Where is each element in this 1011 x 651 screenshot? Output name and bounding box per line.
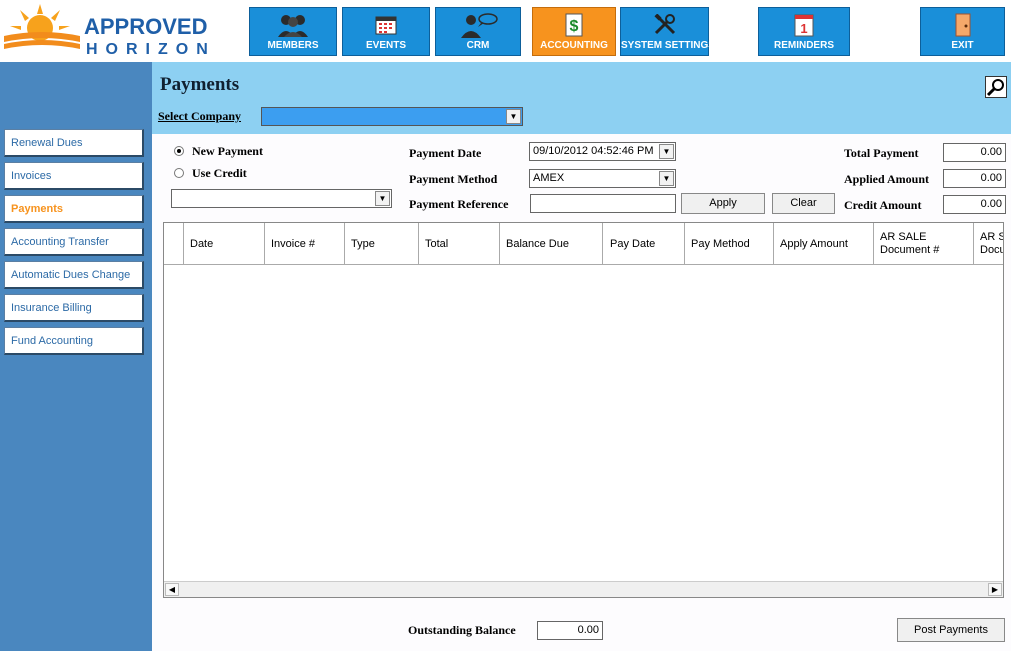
- outstanding-balance-field: 0.00: [537, 621, 603, 640]
- door-icon: [921, 12, 1004, 38]
- row-selector-header: [164, 223, 184, 265]
- crm-label: CRM: [466, 40, 490, 51]
- chevron-down-icon[interactable]: ▼: [659, 144, 674, 159]
- system-settings-label: SYSTEM SETTINGS: [621, 40, 715, 51]
- person-speech-icon: [436, 12, 520, 38]
- select-company-label: Select Company: [158, 109, 241, 123]
- events-label: EVENTS: [365, 40, 406, 51]
- sidebar-item-automatic-dues-change[interactable]: Automatic Dues Change: [4, 261, 144, 289]
- people-icon: [250, 12, 336, 38]
- new-payment-label: New Payment: [192, 144, 263, 158]
- page-header: Payments Select Company ▼: [152, 62, 1011, 134]
- main-content: Payments Select Company ▼ New Payment Us…: [152, 62, 1011, 651]
- total-payment-label: Total Payment: [844, 146, 919, 160]
- new-payment-radio[interactable]: [174, 146, 184, 156]
- exit-label: EXIT: [951, 40, 974, 51]
- tools-icon: [621, 12, 708, 38]
- sidebar-item-renewal-dues[interactable]: Renewal Dues: [4, 129, 144, 157]
- payment-method-value: AMEX: [533, 172, 565, 184]
- column-header-pay-method[interactable]: Pay Method: [685, 223, 774, 265]
- grid-header: Date Invoice # Type Total Balance Due Pa…: [164, 223, 1003, 265]
- post-payments-button[interactable]: Post Payments: [897, 618, 1005, 642]
- payment-method-select[interactable]: AMEX ▼: [529, 169, 676, 188]
- payment-reference-input[interactable]: [530, 194, 676, 213]
- sidebar: Renewal Dues Invoices Payments Accountin…: [0, 62, 152, 651]
- dollar-icon: $: [533, 12, 615, 38]
- column-header-invoice[interactable]: Invoice #: [265, 223, 345, 265]
- top-navigation-bar: APPROVED HORIZON MEMBERS EVENTS CRM $ AC…: [0, 0, 1011, 62]
- accounting-label: ACCOUNTING: [540, 40, 608, 51]
- column-header-apply-amount[interactable]: Apply Amount: [774, 223, 874, 265]
- credit-amount-field[interactable]: 0.00: [943, 195, 1006, 214]
- scroll-right-icon[interactable]: ▶: [988, 583, 1002, 596]
- reminders-label: REMINDERS: [773, 40, 834, 51]
- total-payment-field[interactable]: 0.00: [943, 143, 1006, 162]
- reminders-button[interactable]: 1 REMINDERS: [758, 7, 850, 56]
- column-header-ar-sale-document[interactable]: AR SALE Document #: [874, 223, 974, 265]
- logo-text-top: APPROVED: [84, 14, 207, 39]
- chevron-down-icon[interactable]: ▼: [375, 191, 390, 206]
- outstanding-balance-label: Outstanding Balance: [408, 623, 516, 637]
- payments-grid[interactable]: Date Invoice # Type Total Balance Due Pa…: [163, 222, 1004, 598]
- applied-amount-label: Applied Amount: [844, 172, 930, 186]
- calendar-day-icon: 1: [759, 12, 849, 38]
- column-header-total[interactable]: Total: [419, 223, 500, 265]
- column-header-balance-due[interactable]: Balance Due: [500, 223, 603, 265]
- payment-reference-label: Payment Reference: [409, 197, 509, 211]
- sidebar-item-accounting-transfer[interactable]: Accounting Transfer: [4, 228, 144, 256]
- members-button[interactable]: MEMBERS: [249, 7, 337, 56]
- crm-button[interactable]: CRM: [435, 7, 521, 56]
- sidebar-item-payments[interactable]: Payments: [4, 195, 144, 223]
- chevron-down-icon[interactable]: ▼: [659, 171, 674, 186]
- column-header-ar-s-document[interactable]: AR S Docu: [974, 223, 1003, 265]
- use-credit-label: Use Credit: [192, 166, 247, 180]
- members-label: MEMBERS: [267, 40, 319, 51]
- svg-text:$: $: [570, 18, 579, 35]
- clear-button[interactable]: Clear: [772, 193, 835, 214]
- accounting-button[interactable]: $ ACCOUNTING: [532, 7, 616, 56]
- approved-horizon-logo: APPROVED HORIZON: [4, 4, 216, 58]
- payment-method-label: Payment Method: [409, 172, 498, 186]
- scroll-left-icon[interactable]: ◀: [165, 583, 179, 596]
- magnifier-icon: [986, 79, 1004, 97]
- system-settings-button[interactable]: SYSTEM SETTINGS: [620, 7, 715, 56]
- page-title: Payments: [160, 74, 240, 95]
- chevron-down-icon[interactable]: ▼: [506, 109, 521, 124]
- column-header-pay-date[interactable]: Pay Date: [604, 223, 685, 265]
- column-header-type[interactable]: Type: [345, 223, 419, 265]
- credit-select[interactable]: ▼: [171, 189, 392, 208]
- applied-amount-field[interactable]: 0.00: [943, 169, 1006, 188]
- company-select[interactable]: ▼: [261, 107, 523, 126]
- calendar-icon: [343, 12, 429, 38]
- svg-text:1: 1: [800, 21, 807, 36]
- credit-amount-label: Credit Amount: [844, 198, 922, 212]
- use-credit-radio[interactable]: [174, 168, 184, 178]
- payment-date-value: 09/10/2012 04:52:46 PM: [533, 145, 654, 157]
- logo-text-bottom: HORIZON: [86, 41, 216, 58]
- events-button[interactable]: EVENTS: [342, 7, 430, 56]
- horizontal-scrollbar[interactable]: ◀ ▶: [164, 581, 1003, 597]
- payment-date-label: Payment Date: [409, 146, 482, 160]
- search-button[interactable]: [985, 76, 1007, 98]
- sidebar-item-invoices[interactable]: Invoices: [4, 162, 144, 190]
- exit-button[interactable]: EXIT: [920, 7, 1005, 56]
- column-header-date[interactable]: Date: [184, 223, 265, 265]
- sidebar-item-insurance-billing[interactable]: Insurance Billing: [4, 294, 144, 322]
- apply-button[interactable]: Apply: [681, 193, 765, 214]
- sidebar-item-fund-accounting[interactable]: Fund Accounting: [4, 327, 144, 355]
- payment-date-field[interactable]: 09/10/2012 04:52:46 PM ▼: [529, 142, 676, 161]
